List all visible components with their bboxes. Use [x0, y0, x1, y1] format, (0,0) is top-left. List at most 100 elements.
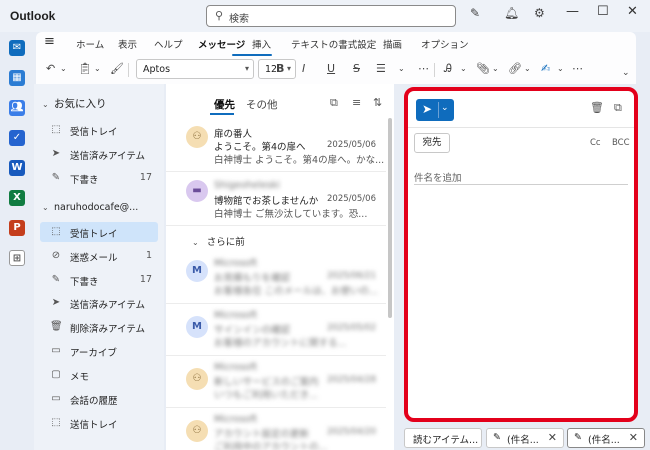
folder-deleted[interactable]: 🗑︎ 削除済みアイテム [40, 317, 158, 337]
hamburger-icon[interactable]: ≡ [44, 34, 55, 49]
folder-inbox[interactable]: ⬚ 受信トレイ [40, 222, 158, 242]
scrollbar[interactable] [388, 118, 392, 318]
chevron-down-icon[interactable]: ⌄ [398, 64, 405, 73]
tab-text-format[interactable]: テキストの書式設定 [291, 37, 376, 51]
folder-label: 送信済みアイテム [70, 151, 146, 162]
folder-archive[interactable]: ▭ アーカイブ [40, 341, 158, 361]
chevron-down-icon[interactable]: ⌄ [441, 103, 449, 113]
excel-app-icon[interactable]: X [9, 190, 25, 206]
message-subject: サインインの確認 [214, 325, 291, 336]
fav-sent[interactable]: ➤ 送信済みアイテム [40, 144, 158, 164]
compose-note-icon[interactable]: ✎ [470, 6, 480, 20]
folder-junk[interactable]: ⊘ 迷惑メール 1 [40, 246, 158, 266]
select-icon[interactable]: ⧉ [330, 96, 338, 110]
folder-label: 迷惑メール [70, 253, 118, 264]
account-header[interactable]: ⌄ naruhodocafe@... [42, 202, 138, 213]
subject-input[interactable]: 件名を追加 [414, 170, 462, 184]
message-sender: Microsoft [214, 414, 258, 425]
bottom-tab-reading[interactable]: 読むアイテム... [404, 428, 482, 448]
bell-icon[interactable]: 🔔︎ [504, 6, 519, 20]
expand-ribbon-icon[interactable]: ⌄ [622, 68, 630, 78]
pop-out-icon[interactable]: ⧉ [614, 101, 622, 115]
close-icon[interactable]: ✕ [548, 431, 557, 444]
tab-home[interactable]: ホーム [76, 37, 104, 51]
font-name-select[interactable]: Aptos ▾ [136, 59, 254, 79]
bcc-button[interactable]: BCC [612, 138, 630, 148]
mail-app-icon[interactable]: ✉ [9, 40, 25, 56]
bottom-tab-draft-active[interactable]: ✎ (件名... ✕ [567, 428, 645, 448]
clipboard-icon[interactable]: 📋︎ [78, 62, 92, 75]
signature-icon[interactable]: ✍ [541, 62, 550, 75]
bottom-tab-label: 読むアイテム... [413, 435, 479, 446]
sort-icon[interactable]: ⇅ [373, 96, 382, 109]
bottom-tab-draft[interactable]: ✎ (件名... ✕ [486, 428, 564, 448]
folder-outbox[interactable]: ⬚ 送信トレイ [40, 413, 158, 433]
more-options-icon[interactable]: ⋯ [572, 62, 583, 75]
send-button[interactable]: ➤ ⌄ [416, 99, 454, 121]
cc-button[interactable]: Cc [590, 138, 601, 148]
tab-focused[interactable]: 優先 [214, 97, 235, 112]
message-row[interactable]: ▬ Shigeoheleski 博物館でお茶しませんか 2025/05/06 白… [166, 172, 386, 226]
folder-label: 下書き [70, 277, 99, 288]
folder-notes[interactable]: ▢ メモ [40, 365, 158, 385]
discard-icon[interactable]: 🗑︎ [590, 101, 604, 114]
underline-icon[interactable]: U [327, 62, 335, 75]
paragraph-spacing-icon[interactable]: ☰ [376, 62, 386, 75]
tab-help[interactable]: ヘルプ [154, 37, 183, 51]
fav-drafts[interactable]: ✎ 下書き 17 [40, 168, 158, 188]
inbox-icon: ⬚ [51, 226, 61, 237]
message-date: 2025/04/28 [327, 375, 376, 385]
attach-icon[interactable]: 📎︎ [476, 62, 490, 75]
link-icon[interactable]: 🔗︎ [508, 62, 522, 75]
close-icon[interactable]: ✕ [627, 4, 638, 19]
fav-inbox[interactable]: ⬚ 受信トレイ [40, 120, 158, 140]
powerpoint-app-icon[interactable]: P [9, 220, 25, 236]
favorites-header[interactable]: ⌄ お気に入り [42, 96, 107, 111]
chevron-down-icon[interactable]: ⌄ [60, 64, 67, 73]
tab-options[interactable]: オプション [421, 37, 469, 51]
section-header-older[interactable]: ⌄ さらに前 [192, 234, 245, 248]
strikethrough-icon[interactable]: S [353, 62, 360, 75]
filter-icon[interactable]: ≡ [352, 96, 361, 109]
close-icon[interactable]: ✕ [629, 431, 638, 444]
folder-drafts[interactable]: ✎ 下書き 17 [40, 270, 158, 290]
people-app-icon[interactable]: 👥︎ [9, 100, 25, 116]
pencil-icon: ✎ [574, 432, 582, 443]
message-row[interactable]: ⚇ 扉の番人 ようこそ。第4の扉へ 2025/05/06 白神博士 ようこそ。第… [166, 118, 386, 172]
word-app-icon[interactable]: W [9, 160, 25, 176]
folder-sent[interactable]: ➤ 送信済みアイテム [40, 293, 158, 313]
chevron-down-icon[interactable]: ⌄ [492, 64, 499, 73]
todo-app-icon[interactable]: ✓ [9, 130, 25, 146]
message-row[interactable]: ⚇ Microsoft アカウント設定の更新 2025/04/20 ご利用中のア… [166, 408, 386, 450]
format-painter-icon[interactable]: 🖌︎ [110, 62, 124, 75]
message-row[interactable]: ⚇ Microsoft 新しいサービスのご案内 2025/04/28 いつもご利… [166, 356, 386, 408]
to-button[interactable]: 宛先 [414, 133, 450, 153]
maximize-icon[interactable]: ☐ [597, 4, 609, 19]
message-row[interactable]: M Microsoft お見積もりを確認 2025/06/21 お客様各位 この… [166, 252, 386, 304]
undo-icon[interactable]: ↶ [46, 62, 55, 75]
styles-icon[interactable]: Ꭿ [444, 62, 452, 76]
chevron-down-icon[interactable]: ⌄ [557, 64, 564, 73]
gear-icon[interactable]: ⚙ [534, 6, 545, 20]
tab-other[interactable]: その他 [246, 97, 278, 112]
italic-icon[interactable]: I [302, 62, 305, 75]
title-bar: Outlook ⚲ 検索 ✎ 🔔︎ ⚙ — ☐ ✕ [0, 0, 650, 32]
tab-view[interactable]: 表示 [118, 37, 137, 51]
pencil-icon: ✎ [493, 432, 501, 443]
minimize-icon[interactable]: — [566, 4, 579, 19]
tab-message[interactable]: メッセージ [198, 37, 245, 51]
more-icon[interactable]: ⋯ [418, 62, 429, 75]
chevron-down-icon[interactable]: ⌄ [524, 64, 531, 73]
chevron-down-icon[interactable]: ⌄ [94, 64, 101, 73]
chevron-down-icon[interactable]: ⌄ [460, 64, 467, 73]
message-list-tabs: 優先 その他 ⧉ ≡ ⇅ [166, 84, 394, 115]
tab-draw[interactable]: 描画 [383, 37, 402, 51]
tab-insert[interactable]: 挿入 [252, 37, 271, 51]
search-box[interactable]: ⚲ 検索 [206, 5, 456, 27]
folder-conversation-history[interactable]: ▭ 会話の履歴 [40, 389, 158, 409]
more-apps-icon[interactable]: ⊞ [9, 250, 25, 266]
message-row[interactable]: M Microsoft サインインの確認 2025/05/02 お客様のアカウン… [166, 304, 386, 356]
bold-icon[interactable]: B [276, 62, 284, 75]
message-subject: 新しいサービスのご案内 [214, 377, 319, 388]
calendar-app-icon[interactable]: ▦ [9, 70, 25, 86]
